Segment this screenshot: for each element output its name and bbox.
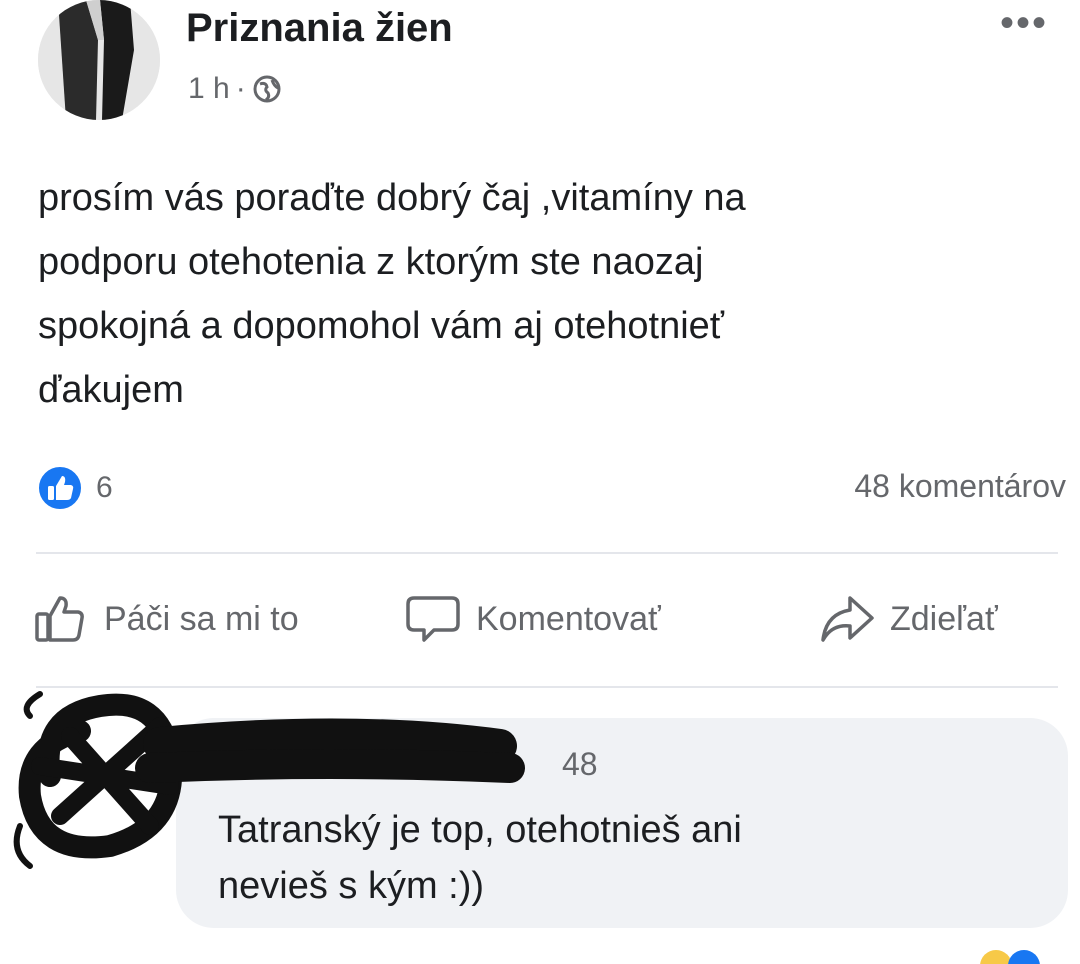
share-arrow-icon <box>821 596 874 642</box>
post-action-bar: Páči sa mi to Komentovať Zdieľať <box>0 590 1080 660</box>
like-button[interactable]: Páči sa mi to <box>32 590 299 648</box>
comment-button[interactable]: Komentovať <box>404 590 661 648</box>
comment-author-fragment: 48 <box>562 746 598 782</box>
post-text-line: ďakujem <box>38 369 184 411</box>
comments-count-link[interactable]: 48 komentárov <box>854 468 1066 505</box>
share-label: Zdieľať <box>890 599 998 638</box>
reaction-badges-cropped <box>980 950 1040 964</box>
comment-label: Komentovať <box>476 599 661 638</box>
post-meta: 1 h · <box>188 72 282 106</box>
post-text-line: prosím vás poraďte dobrý čaj ,vitamíny n… <box>38 177 746 219</box>
likes-count: 6 <box>96 471 113 504</box>
meta-separator: · <box>235 72 246 105</box>
post-text: prosím vás poraďte dobrý čaj ,vitamíny n… <box>38 166 1048 422</box>
post-time[interactable]: 1 h <box>188 72 230 106</box>
post-text-line: spokojná a dopomohol vám aj otehotnieť <box>38 305 725 347</box>
post-text-line: podporu otehotenia z ktorým ste naozaj <box>38 241 704 283</box>
redaction-scribble <box>13 691 525 869</box>
reactions-summary[interactable]: 6 <box>36 464 113 512</box>
thumbs-up-outline-icon <box>35 596 84 642</box>
share-button[interactable]: Zdieľať <box>818 590 998 648</box>
page-title[interactable]: Priznania žien <box>186 6 453 51</box>
globe-icon <box>253 75 281 103</box>
more-options-icon[interactable]: ••• <box>1000 3 1048 43</box>
like-label: Páči sa mi to <box>104 599 299 638</box>
thumbs-up-badge-icon <box>37 465 83 511</box>
page-avatar[interactable] <box>38 0 160 120</box>
speech-bubble-icon <box>406 596 460 642</box>
divider <box>36 552 1058 554</box>
